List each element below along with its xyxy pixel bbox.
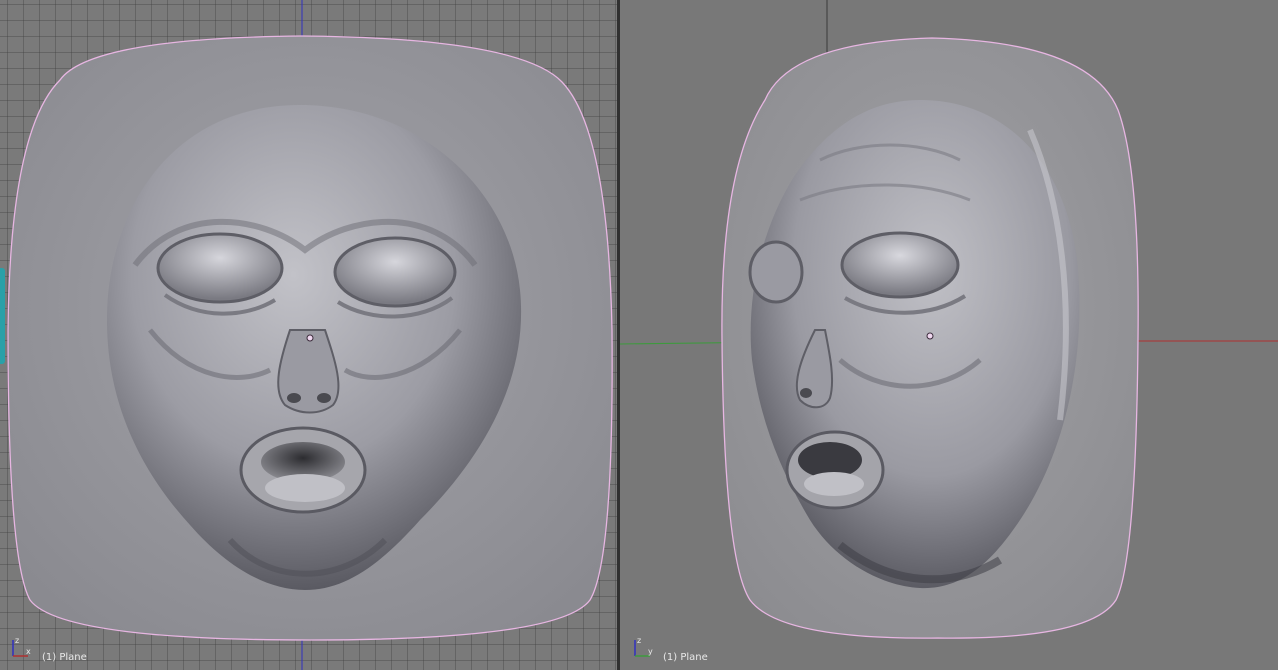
- axis-xz-icon: z x: [12, 636, 31, 657]
- axis-up-label: z: [15, 636, 19, 645]
- object-status-label: (1) Plane: [663, 652, 708, 663]
- side-view-scene: [620, 0, 1278, 639]
- front-view-scene: [7, 0, 613, 670]
- panel-edge-tab[interactable]: [0, 268, 5, 364]
- object-origin: [926, 332, 934, 340]
- axis-yz-icon: z y: [634, 636, 653, 657]
- axis-up-label: z: [637, 636, 641, 645]
- object-origin: [306, 334, 314, 342]
- axis-right-label: y: [648, 647, 653, 656]
- axis-right-label: x: [26, 647, 31, 656]
- object-status-label: (1) Plane: [42, 652, 87, 663]
- side-viewport[interactable]: z y (1) Plane: [620, 0, 1278, 670]
- front-viewport[interactable]: z x (1) Plane: [0, 0, 617, 670]
